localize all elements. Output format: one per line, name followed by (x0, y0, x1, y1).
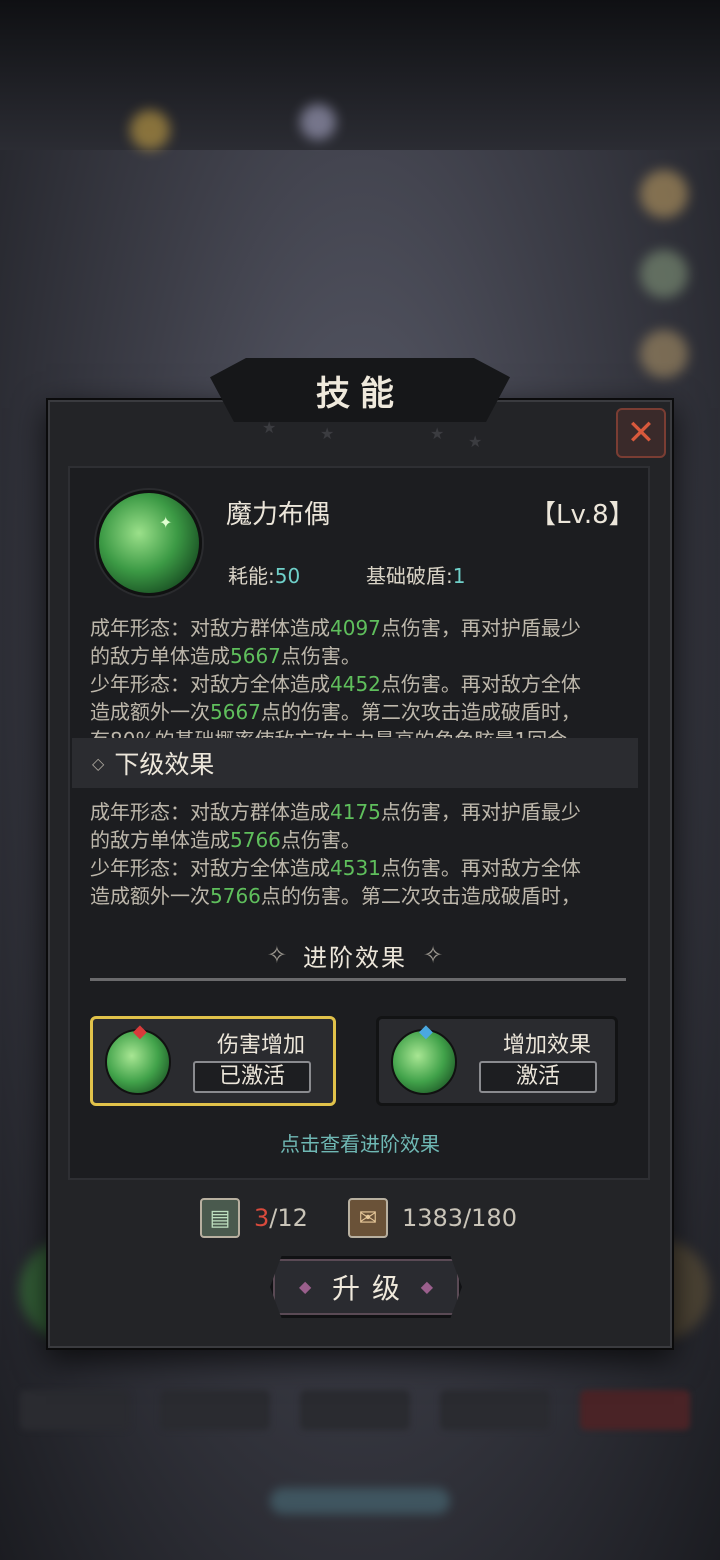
banner-stars-decoration: ★ ★ ★ ★ (262, 418, 483, 451)
gem-icon (300, 104, 336, 140)
side-button-icon (640, 170, 688, 218)
bg-bar (580, 1390, 690, 1430)
skill-book-cost: ▤ 3/12 (200, 1198, 308, 1238)
upgrade-button[interactable]: ◆ 升级 ◆ (270, 1256, 462, 1318)
activated-status: 已激活 (193, 1061, 311, 1093)
scroll-icon: ✉ (348, 1198, 388, 1238)
dialog-title: 技能 (316, 373, 404, 414)
advanced-effects-header: ✧ 进阶效果 ✧ (72, 925, 638, 985)
current-effect-text[interactable]: 成年形态：对敌方群体造成4097点伤害，再对护盾最少 的敌方单体造成5667点伤… (90, 614, 638, 738)
coin-icon (130, 110, 170, 150)
desc-line: 造成额外一次5766点的伤害。第二次攻击造成破盾时， (90, 884, 581, 908)
shield-break-stat: 基础破盾:1 (366, 560, 465, 589)
desc-line: 少年形态：对敌方全体造成4452点伤害。再对敌方全体 (90, 672, 581, 696)
view-advanced-link[interactable]: 点击查看进阶效果 (72, 1128, 648, 1157)
cost-label: 耗能: (228, 564, 275, 588)
desc-line: 造成额外一次5667点的伤害。第二次攻击造成破盾时， (90, 700, 581, 724)
top-status-strip (0, 0, 720, 150)
cost-value: 50 (274, 564, 301, 588)
side-button-icon (640, 250, 688, 298)
desc-line: 少年形态：对敌方全体造成4531点伤害。再对敌方全体 (90, 856, 581, 880)
advanced-effects-title: 进阶效果 (303, 943, 407, 972)
next-level-effect-text[interactable]: 成年形态：对敌方群体造成4175点伤害，再对护盾最少 的敌方单体造成5766点伤… (90, 798, 638, 912)
close-icon: ✕ (626, 413, 656, 453)
desc-line: 成年形态：对敌方群体造成4097点伤害，再对护盾最少 (90, 616, 581, 640)
diamond-icon: ◆ (299, 1277, 324, 1296)
bg-bottom-glow (270, 1488, 450, 1514)
next-level-title: 下级效果 (114, 750, 215, 779)
advanced-card-name: 伤害增加 (216, 1033, 305, 1058)
shield-break-label: 基础破盾: (366, 564, 453, 588)
desc-line: 的敌方单体造成5766点伤害。 (90, 828, 361, 852)
divider (90, 978, 626, 981)
four-point-star-icon: ✧ (423, 941, 444, 969)
skill-book-have: 3 (254, 1204, 270, 1232)
close-button[interactable]: ✕ (616, 408, 666, 458)
desc-line: 成年形态：对敌方群体造成4175点伤害，再对护盾最少 (90, 800, 581, 824)
bg-bar (20, 1390, 130, 1430)
bg-bar (300, 1390, 410, 1430)
red-gem-icon: ◆ (133, 1021, 147, 1042)
shield-break-value: 1 (452, 564, 466, 588)
upgrade-label: 升级 (331, 1272, 412, 1305)
blue-gem-icon: ◆ (419, 1021, 433, 1042)
desc-line: 的敌方单体造成5667点伤害。 (90, 644, 361, 668)
cost-stat: 耗能:50 (228, 560, 300, 589)
skill-level: 【Lv.8】 (530, 500, 635, 530)
side-button-icon (640, 330, 688, 378)
advanced-card-name: 增加效果 (502, 1033, 591, 1058)
skill-book-need: /12 (269, 1204, 308, 1232)
next-level-header: ◇ 下级效果 (72, 738, 638, 788)
desc-line: 有80%的基础概率使敌方攻击力最高的角色眩晕1回合 (90, 726, 638, 738)
advanced-card-add-effect[interactable]: ◆ 增加效果 激活 (376, 1016, 618, 1106)
scroll-cost: ✉ 1383/180 (348, 1198, 517, 1238)
bg-bar (160, 1390, 270, 1430)
skill-icon (96, 490, 202, 596)
title-banner: 技能 (210, 358, 510, 422)
activate-button[interactable]: 激活 (479, 1061, 597, 1093)
diamond-icon: ◇ (92, 753, 105, 773)
bg-bar (440, 1390, 550, 1430)
advanced-card-damage-up[interactable]: ◆ 伤害增加 已激活 (90, 1016, 336, 1106)
skill-book-icon: ▤ (200, 1198, 240, 1238)
scroll-amount: 1383/180 (402, 1204, 517, 1232)
skill-name: 魔力布偶 (226, 500, 331, 530)
four-point-star-icon: ✧ (266, 941, 287, 969)
diamond-icon: ◆ (420, 1277, 445, 1296)
